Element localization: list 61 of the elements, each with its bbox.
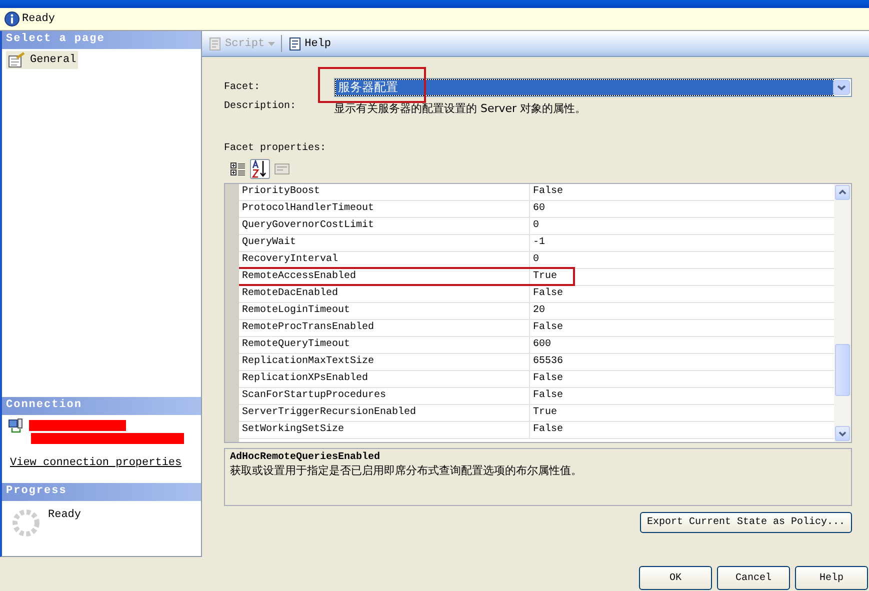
panel-header: Connection [5,398,84,413]
property-value[interactable]: False [530,286,564,302]
help-title: AdHocRemoteQueriesEnabled [230,452,382,463]
property-value[interactable]: 20 [530,303,546,319]
scroll-icon [207,36,223,52]
property-name[interactable]: RemoteDacEnabled [239,286,530,302]
export-policy-button[interactable]: Export Current State as Policy... [640,512,852,533]
page-icon [8,52,26,68]
scroll-down-icon[interactable] [835,426,850,441]
server-connection-icon [8,418,24,434]
facet-properties-label: Facet properties: [224,143,328,154]
property-value[interactable]: 0 [530,252,540,268]
status-text: Ready [22,13,56,25]
property-name[interactable]: ReplicationXPsEnabled [239,371,530,387]
property-value[interactable]: False [530,320,564,336]
property-name[interactable]: PriorityBoost [239,184,530,200]
info-icon [4,11,20,27]
ok-button[interactable]: OK [639,566,712,590]
caret-icon [266,40,276,46]
page-item[interactable]: General [6,51,78,69]
connection-properties-link[interactable]: View connection properties [10,457,182,469]
property-name[interactable]: RemoteAccessEnabled [239,269,530,285]
property-name[interactable]: ScanForStartupProcedures [239,388,530,404]
property-name[interactable]: ProtocolHandlerTimeout [239,201,530,217]
cancel-button[interactable]: Cancel [717,566,790,590]
property-value[interactable]: True [530,405,558,421]
property-value[interactable]: -1 [530,235,546,251]
toolbar-button[interactable]: Help [284,36,334,52]
panel-header: Select a page [5,32,106,47]
property-value[interactable]: 600 [530,337,552,353]
help-book-icon [286,36,303,52]
property-name[interactable]: ReplicationMaxTextSize [239,354,530,370]
property-name[interactable]: RecoveryInterval [239,252,530,268]
scroll-up-icon[interactable] [835,185,850,200]
property-value[interactable]: False [530,388,564,404]
description-text: 显示有关服务器的配置设置的 Server 对象的属性。 [334,101,586,116]
property-value[interactable]: False [530,422,564,438]
property-value[interactable]: 0 [530,218,540,234]
property-value[interactable]: 60 [530,201,546,217]
property-name[interactable]: QueryWait [239,235,530,251]
property-name[interactable]: ServerTriggerRecursionEnabled [239,405,530,421]
property-name[interactable]: SetWorkingSetSize [239,422,530,438]
property-name[interactable]: RemoteProcTransEnabled [239,320,530,336]
scrollbar[interactable] [834,184,851,442]
property-name[interactable]: QueryGovernorCostLimit [239,218,530,234]
scroll-thumb[interactable] [835,344,850,396]
property-value[interactable]: False [530,371,564,387]
description-label: Description: [224,101,298,114]
sort-alphabetical-icon[interactable] [250,159,270,179]
help-text: 获取或设置用于指定是否已启用即席分布式查询配置选项的布尔属性值。 [230,464,582,477]
property-name[interactable]: RemoteLoginTimeout [239,303,530,319]
spinner-icon [12,509,40,537]
property-value[interactable]: 65536 [530,354,564,370]
facet-dropdown[interactable]: 服务器配置 [334,78,852,97]
progress-status: Ready [48,509,82,523]
facet-label: Facet: [224,82,262,93]
property-value[interactable]: True [530,269,558,285]
property-value[interactable]: False [530,184,564,200]
panel-header: Progress [5,484,68,499]
help-button[interactable]: Help [795,566,868,590]
property-name[interactable]: RemoteQueryTimeout [239,337,530,353]
